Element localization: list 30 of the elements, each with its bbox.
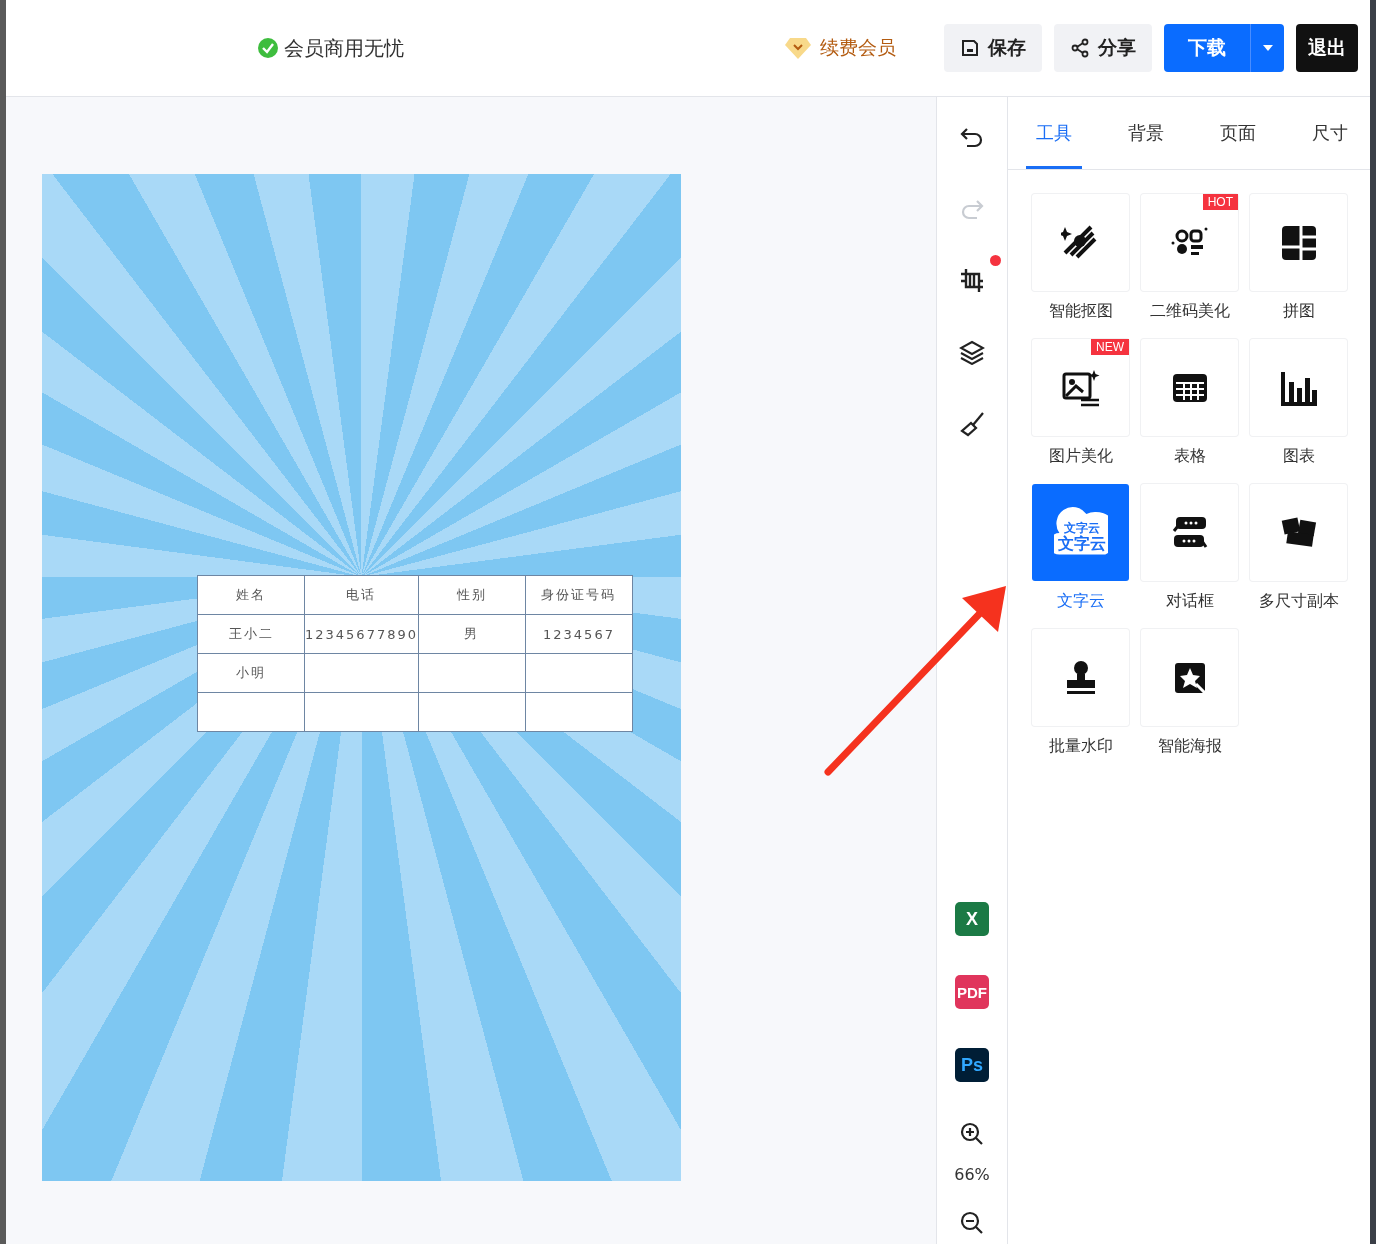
diamond-icon <box>784 36 812 60</box>
zoom-level: 66% <box>954 1165 990 1184</box>
table-header-cell: 身份证号码 <box>525 575 633 615</box>
table-header-cell: 性别 <box>418 575 526 615</box>
share-button[interactable]: 分享 <box>1054 24 1152 72</box>
table-header-cell: 电话 <box>304 575 419 615</box>
zoom-out-icon[interactable] <box>959 1210 985 1236</box>
member-notice: 会员商用无忧 <box>284 34 404 62</box>
download-button[interactable]: 下载 <box>1164 24 1250 72</box>
table-cell: 1234567 <box>525 614 633 654</box>
save-button[interactable]: 保存 <box>944 24 1042 72</box>
table-cell: 小明 <box>197 653 305 693</box>
check-icon <box>258 38 278 58</box>
excel-export-icon[interactable]: X <box>955 902 989 936</box>
renew-membership-link[interactable]: 续费会员 <box>778 34 902 62</box>
panel-tab[interactable]: 页面 <box>1210 97 1266 169</box>
share-icon <box>1070 38 1090 58</box>
zoom-in-icon[interactable] <box>959 1121 985 1147</box>
save-icon <box>960 38 980 58</box>
panel-tab[interactable]: 背景 <box>1118 97 1174 169</box>
table-header-cell: 姓名 <box>197 575 305 615</box>
panel-tab[interactable]: 尺寸 <box>1302 97 1358 169</box>
table-cell: 12345677890 <box>304 614 419 654</box>
pdf-export-icon[interactable]: PDF <box>955 975 989 1009</box>
exit-button[interactable]: 退出 <box>1296 24 1358 72</box>
dropdown-caret-icon[interactable] <box>1250 24 1284 72</box>
panel-tab[interactable]: 工具 <box>1026 97 1082 169</box>
table-cell: 王小二 <box>197 614 305 654</box>
table-cell: 男 <box>418 614 526 654</box>
ps-export-icon[interactable]: Ps <box>955 1048 989 1082</box>
